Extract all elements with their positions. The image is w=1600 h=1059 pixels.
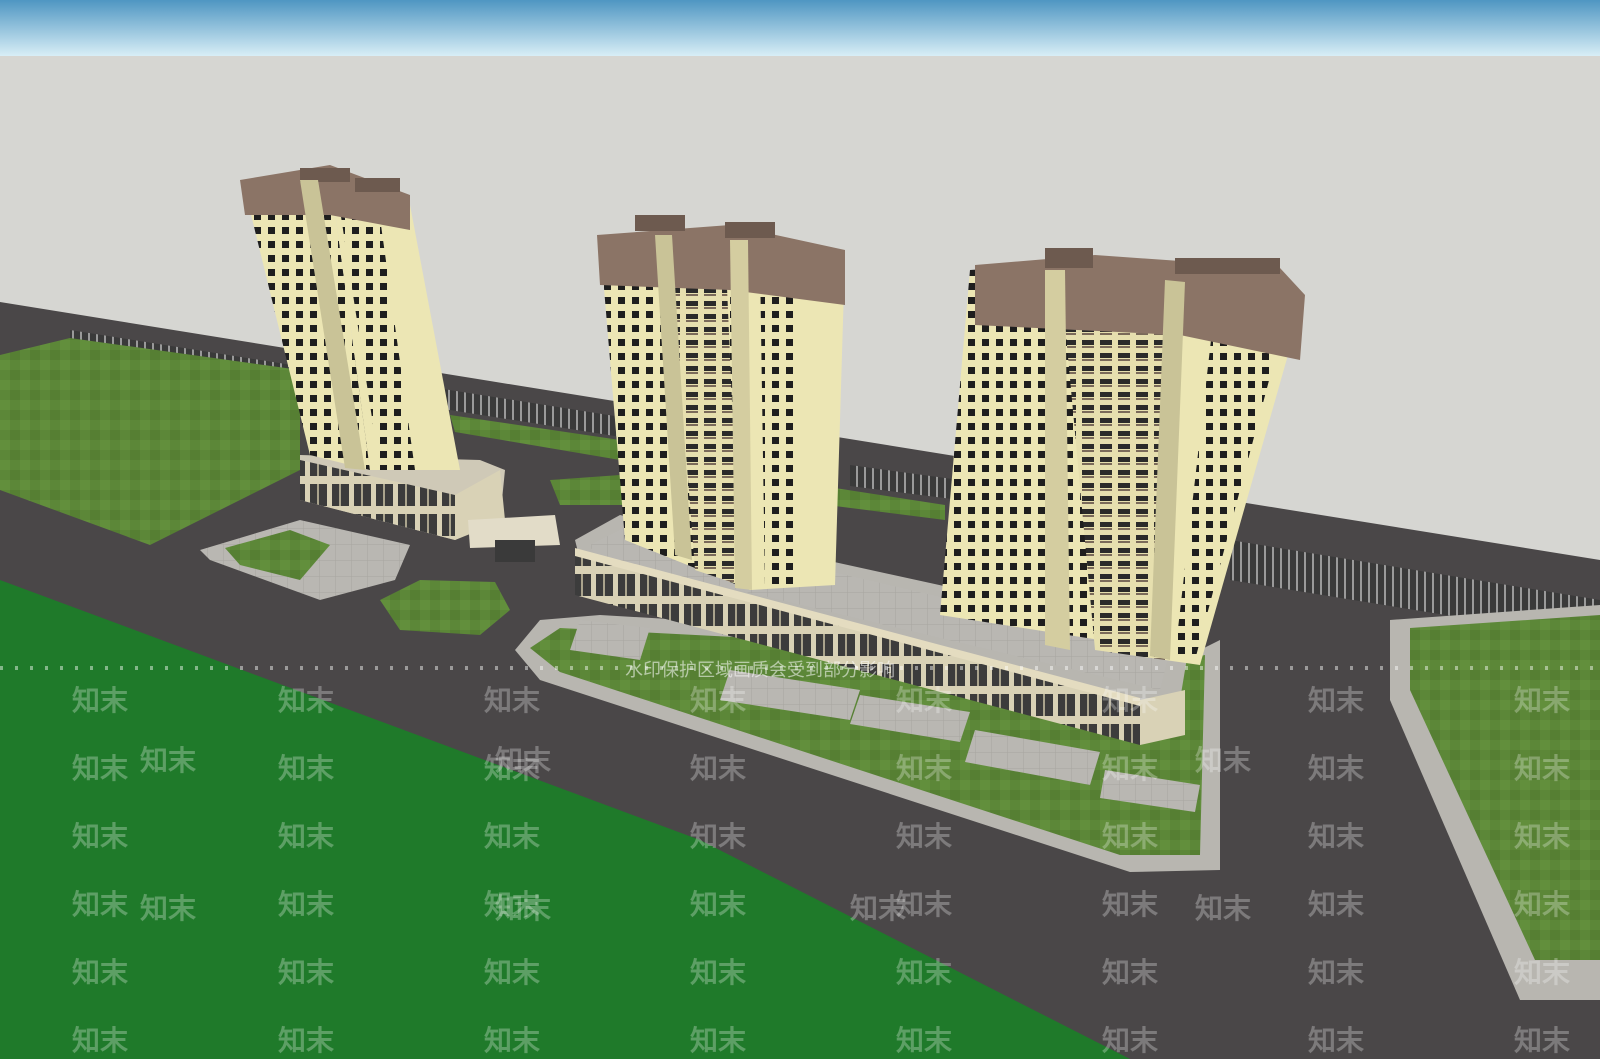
- watermark-logo: 知末: [1102, 956, 1158, 989]
- watermark-logo: 知末: [72, 956, 128, 989]
- watermark-logo: 知末: [690, 1024, 746, 1057]
- watermark-logo: 知末: [896, 956, 952, 989]
- watermark-logo: 知末: [484, 956, 540, 989]
- watermark-logo: 知末: [896, 1024, 952, 1057]
- watermark-logo: 知末: [1102, 752, 1158, 785]
- lawn-plaza-c: [550, 475, 625, 505]
- tower3-crown-cap: [1045, 248, 1093, 268]
- watermark-logo: 知末: [1308, 956, 1364, 989]
- watermark-logo: 知末: [484, 820, 540, 853]
- watermark-banner: 水印保护区域画质会受到部分影响: [625, 660, 895, 681]
- watermark-logo: 知末: [690, 888, 746, 921]
- watermark-logo: 知末: [690, 752, 746, 785]
- watermark-logo: 知末: [896, 752, 952, 785]
- watermark-logo: 知末: [1514, 684, 1570, 717]
- watermark-logo: 知末: [690, 684, 746, 717]
- watermark-logo: 知末: [1514, 1024, 1570, 1057]
- watermark-logo: 知末: [1308, 820, 1364, 853]
- watermark-logo: 知末: [690, 820, 746, 853]
- watermark-logo: 知末: [1514, 888, 1570, 921]
- watermark-logo: 知末: [278, 752, 334, 785]
- watermark-logo: 知末: [1195, 744, 1251, 777]
- watermark-logo: 知末: [278, 1024, 334, 1057]
- entrance-gate: [495, 540, 535, 562]
- watermark-logo: 知末: [72, 1024, 128, 1057]
- watermark-logo: 知末: [140, 744, 196, 777]
- watermark-logo: 知末: [1102, 1024, 1158, 1057]
- watermark-logo: 知末: [140, 892, 196, 925]
- tower2-crown-cap-2: [725, 222, 775, 238]
- watermark-logo: 知末: [484, 1024, 540, 1057]
- watermark-logo: 知末: [72, 888, 128, 921]
- tower1-crown-cap-2: [355, 178, 400, 192]
- watermark-logo: 知末: [495, 892, 551, 925]
- watermark-logo: 知末: [278, 684, 334, 717]
- watermark-logo: 知末: [896, 684, 952, 717]
- watermark-logo: 知末: [1308, 752, 1364, 785]
- watermark-logo: 知末: [850, 892, 906, 925]
- watermark-logo: 知末: [278, 820, 334, 853]
- watermark-logo: 知末: [1102, 684, 1158, 717]
- watermark-logo: 知末: [1102, 888, 1158, 921]
- watermark-logo: 知末: [690, 956, 746, 989]
- watermark-logo: 知末: [1308, 1024, 1364, 1057]
- watermark-logo: 知末: [1308, 888, 1364, 921]
- tower1-crown-cap: [300, 168, 350, 182]
- watermark-logo: 知末: [278, 888, 334, 921]
- watermark-logo: 知末: [1514, 820, 1570, 853]
- watermark-logo: 知末: [72, 752, 128, 785]
- watermark-logo: 知末: [72, 684, 128, 717]
- watermark-logo: 知末: [495, 744, 551, 777]
- tower2-side-windows: [760, 262, 800, 588]
- architectural-model-scene: 水印保护区域画质会受到部分影响 知末 知末 知末 知末 知末 知末 知末 知末知末 知末 知末 知末…: [0, 0, 1600, 1059]
- watermark-logo: 知末: [72, 820, 128, 853]
- watermark-logo: 知末: [484, 684, 540, 717]
- watermark-logo: 知末: [896, 820, 952, 853]
- watermark-logo: 知末: [1514, 752, 1570, 785]
- watermark-logo: 知末: [1102, 820, 1158, 853]
- watermark-logo: 知末: [1308, 684, 1364, 717]
- watermark-logo: 知末: [1195, 892, 1251, 925]
- watermark-logo: 知末: [1514, 956, 1570, 989]
- watermark-logo: 知末: [278, 956, 334, 989]
- tower2-crown-cap: [635, 215, 685, 231]
- tower3-crown-cap-2: [1175, 258, 1280, 274]
- sky-band: [0, 0, 1600, 56]
